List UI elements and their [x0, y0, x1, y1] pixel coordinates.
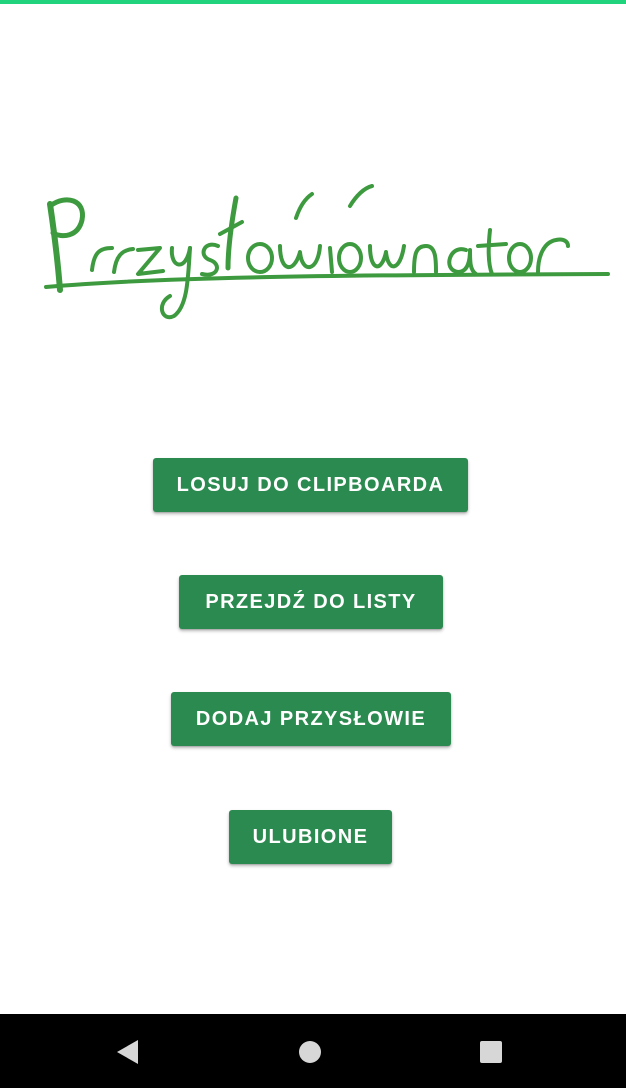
home-button[interactable] — [293, 1035, 327, 1069]
recents-button[interactable] — [474, 1035, 508, 1069]
home-circle-icon — [299, 1041, 321, 1063]
add-proverb-button[interactable]: DODAJ PRZYSŁOWIE — [171, 692, 451, 746]
go-to-list-button[interactable]: PRZEJDŹ DO LISTY — [179, 575, 443, 629]
recents-square-icon — [480, 1041, 502, 1063]
system-navigation-bar — [0, 1014, 626, 1088]
handwritten-logo-icon — [44, 184, 610, 320]
back-button[interactable] — [110, 1035, 144, 1069]
status-strip — [0, 0, 626, 4]
random-to-clipboard-button[interactable]: LOSUJ DO CLIPBOARDA — [153, 458, 468, 512]
app-logo — [38, 176, 618, 336]
back-triangle-icon — [116, 1040, 138, 1064]
favorites-button[interactable]: ULUBIONE — [229, 810, 392, 864]
